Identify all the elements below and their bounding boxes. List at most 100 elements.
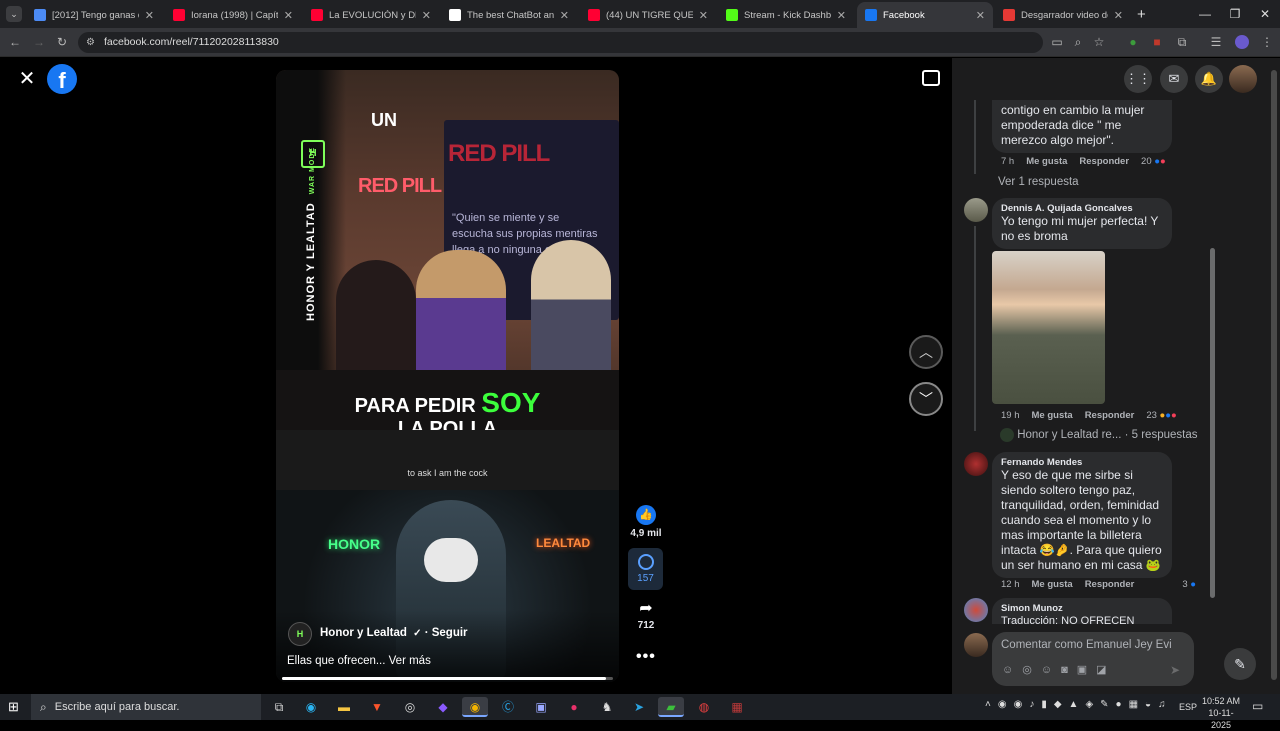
close-icon[interactable]: ✕ [16, 66, 38, 91]
minimize-button[interactable]: — [1190, 4, 1220, 24]
app-icon[interactable]: ◍ [693, 697, 715, 717]
gif-sticker-icon[interactable]: ▣ [1077, 664, 1096, 676]
menu-dots-icon[interactable]: ⋮ [1258, 33, 1276, 51]
cast-icon[interactable]: ▭ [1048, 33, 1066, 51]
brave-icon[interactable]: ▼ [366, 697, 388, 717]
view-replies-link[interactable]: Ver 1 respuesta [998, 176, 1079, 188]
tray-app-icon[interactable]: ▲ [1069, 699, 1086, 710]
tray-app-icon[interactable]: ● [1116, 699, 1129, 710]
comment-input[interactable]: Comentar como Emanuel Jey Evi [1001, 639, 1172, 651]
tray-app-icon[interactable]: ◆ [1054, 699, 1069, 710]
telegram-icon[interactable]: ➤ [628, 697, 650, 717]
tray-app-icon[interactable]: ◉ [998, 699, 1014, 710]
tray-app-icon[interactable]: ▦ [1129, 699, 1145, 710]
new-message-button[interactable]: ✎ [1224, 648, 1256, 680]
app-icon[interactable]: ◆ [432, 697, 454, 717]
forward-icon[interactable]: → [30, 33, 48, 51]
browser-tab[interactable]: (44) UN TIGRE QUE DESA ✕ [580, 2, 716, 28]
profile-avatar[interactable] [1235, 35, 1249, 49]
microphone-icon[interactable]: ♪ [1029, 699, 1041, 710]
more-options-icon[interactable]: ••• [636, 648, 656, 666]
extension-icon[interactable]: ■ [1148, 33, 1166, 51]
restore-button[interactable]: ❐ [1220, 4, 1250, 24]
toggle-comments-icon[interactable] [922, 70, 940, 86]
taskbar-search[interactable]: ⌕ Escribe aquí para buscar. [31, 694, 261, 720]
commenter-name[interactable]: Fernando Mendes [1001, 457, 1163, 468]
edge-icon[interactable]: ◉ [300, 697, 322, 717]
extension-icon[interactable]: ● [1124, 33, 1142, 51]
camera-icon[interactable]: ◙ [1061, 664, 1077, 676]
avatar-sticker-icon[interactable]: ☺ [1002, 664, 1022, 676]
app-icon[interactable]: Ⓒ [497, 697, 519, 717]
reading-list-icon[interactable]: ☰ [1207, 33, 1225, 51]
like-action[interactable]: 👍 4,9 mil [628, 505, 664, 539]
page-name-link[interactable]: Honor y Lealtad [320, 627, 407, 639]
commenter-avatar[interactable] [964, 598, 988, 622]
chrome-icon[interactable]: ◉ [462, 697, 488, 717]
commenter-name[interactable]: Dennis A. Quijada Goncalves [1001, 203, 1163, 214]
comment-action[interactable]: 157 [628, 548, 663, 590]
follow-button[interactable]: Seguir [432, 627, 468, 639]
volume-icon[interactable]: ♫ [1158, 699, 1173, 710]
network-icon[interactable]: ◒ [1145, 699, 1158, 710]
task-view-icon[interactable]: ⧉ [268, 697, 290, 717]
account-avatar[interactable] [1229, 65, 1257, 93]
close-tab-icon[interactable]: ✕ [145, 9, 154, 22]
emoji-icon[interactable]: ☺ [1041, 664, 1061, 676]
next-reel-button[interactable]: ﹀ [909, 382, 943, 416]
app-icon[interactable]: ● [563, 697, 585, 717]
page-avatar[interactable]: H [288, 622, 312, 646]
comment-composer[interactable]: Comentar como Emanuel Jey Evi ☺◎☺◙▣◪ ➤ [992, 632, 1194, 686]
video-description[interactable]: Ellas que ofrecen... Ver más [287, 655, 431, 667]
tray-app-icon[interactable]: ▮ [1041, 699, 1054, 710]
close-tab-icon[interactable]: ✕ [976, 9, 985, 22]
reply-link[interactable]: Responder [1085, 579, 1135, 590]
like-link[interactable]: Me gusta [1026, 156, 1067, 167]
reply-link[interactable]: Responder [1085, 410, 1135, 421]
app-icon[interactable]: ▰ [658, 697, 684, 717]
close-tab-icon[interactable]: ✕ [837, 9, 846, 22]
sticker-icon[interactable]: ◪ [1096, 664, 1115, 676]
reel-video[interactable]: UN H HONOR Y LEALTAD WAR MODE RED PILL R… [276, 70, 619, 682]
reply-link[interactable]: Responder [1079, 156, 1129, 167]
commenter-avatar[interactable] [964, 452, 988, 476]
like-link[interactable]: Me gusta [1032, 579, 1073, 590]
notifications-icon[interactable]: 🔔 [1195, 65, 1223, 93]
clock[interactable]: 10:52 AM 10-11-2025 [1200, 695, 1242, 731]
facebook-logo[interactable]: f [47, 64, 77, 94]
close-tab-icon[interactable]: ✕ [422, 9, 431, 22]
close-tab-icon[interactable]: ✕ [284, 9, 293, 22]
commenter-name[interactable]: Simon Munoz [1001, 603, 1163, 614]
close-tab-icon[interactable]: ✕ [699, 9, 708, 22]
previous-reel-button[interactable]: ︿ [909, 335, 943, 369]
tray-app-icon[interactable]: ✎ [1100, 699, 1115, 710]
gif-icon[interactable]: ◎ [1022, 664, 1041, 676]
bookmark-star-icon[interactable]: ☆ [1090, 33, 1108, 51]
comment-image[interactable] [992, 251, 1105, 404]
reply-thread-link[interactable]: Honor y Lealtad re... · 5 respuestas [1000, 428, 1197, 442]
reload-icon[interactable]: ↻ [53, 33, 71, 51]
zoom-icon[interactable]: ⌕ [1069, 33, 1087, 51]
send-icon[interactable]: ➤ [1170, 663, 1180, 677]
tab-search-button[interactable]: ⌄ [6, 6, 22, 22]
comments-scrollbar[interactable] [1210, 248, 1215, 598]
app-icon[interactable]: ▦ [726, 697, 748, 717]
close-tab-icon[interactable]: ✕ [560, 9, 569, 22]
browser-tab[interactable]: Facebook ✕ [857, 2, 993, 28]
menu-grid-icon[interactable]: ⋮⋮ [1124, 65, 1152, 93]
like-link[interactable]: Me gusta [1032, 410, 1073, 421]
file-explorer-icon[interactable]: ▬ [333, 697, 355, 717]
back-icon[interactable]: ← [6, 33, 24, 51]
browser-tab[interactable]: Stream - Kick Dashboard ✕ [718, 2, 854, 28]
page-scrollbar[interactable] [1271, 70, 1277, 680]
language-indicator[interactable]: ESP [1179, 702, 1197, 712]
browser-tab[interactable]: Desgarrador video de ma ✕ [995, 2, 1131, 28]
browser-tab[interactable]: La EVOLUCIÓN y DESARR ✕ [303, 2, 439, 28]
commenter-avatar[interactable] [964, 198, 988, 222]
start-windows-icon[interactable]: ⊞ [8, 699, 19, 715]
close-window-button[interactable]: ✕ [1250, 4, 1280, 24]
close-tab-icon[interactable]: ✕ [1114, 9, 1123, 22]
app-icon[interactable]: ▣ [530, 697, 552, 717]
messenger-icon[interactable]: ✉ [1160, 65, 1188, 93]
new-tab-button[interactable]: + [1137, 6, 1146, 23]
